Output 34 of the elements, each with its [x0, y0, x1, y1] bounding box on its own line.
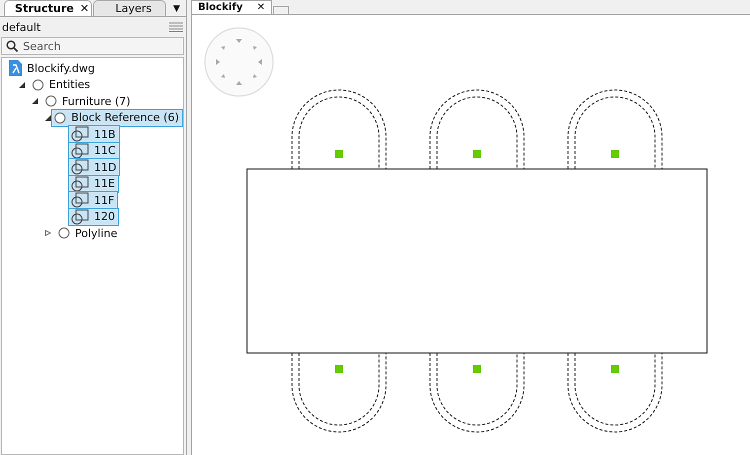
panel-menu-button[interactable]: ▼ — [167, 4, 186, 16]
block-icon — [71, 208, 89, 225]
block-icon — [71, 126, 89, 142]
tree-item[interactable]: Entities — [29, 76, 94, 94]
search-icon — [6, 40, 18, 52]
close-icon[interactable]: ✕ — [256, 2, 266, 14]
block-icon — [71, 176, 89, 192]
tree-item[interactable]: Furniture (7) — [42, 92, 134, 110]
tree-item[interactable]: 11B — [68, 125, 120, 144]
panel-tab[interactable]: Layers — [93, 0, 166, 16]
circle-icon — [32, 78, 44, 91]
tree-item[interactable]: Polyline — [55, 224, 122, 242]
collapse-arrow-icon[interactable] — [32, 98, 38, 104]
block-icon — [71, 142, 89, 159]
collapse-arrow-icon[interactable] — [45, 114, 51, 121]
block-icon — [71, 192, 89, 208]
tree-item[interactable]: 11F — [68, 191, 118, 210]
file-icon — [9, 60, 22, 76]
document-tab[interactable]: Blockify ✕ — [191, 0, 272, 14]
tree-item[interactable]: 11D — [68, 158, 120, 176]
block-icon — [71, 159, 89, 176]
profile-label: default — [2, 20, 41, 34]
close-icon[interactable]: ✕ — [80, 2, 90, 15]
collapse-arrow-icon[interactable] — [19, 82, 25, 88]
panel-tab[interactable]: Structure ✕ — [4, 0, 92, 16]
expand-arrow-icon[interactable] — [45, 230, 51, 236]
menu-icon[interactable] — [169, 22, 183, 32]
tree-item[interactable]: Blockify.dwg — [6, 59, 99, 78]
tree-item[interactable]: Block Reference (6) — [51, 108, 183, 127]
tree-item[interactable]: 120 — [68, 208, 119, 226]
circle-icon — [58, 227, 70, 240]
circle-icon — [45, 95, 57, 108]
search-field[interactable]: Search — [1, 37, 184, 55]
circle-icon — [54, 112, 66, 124]
